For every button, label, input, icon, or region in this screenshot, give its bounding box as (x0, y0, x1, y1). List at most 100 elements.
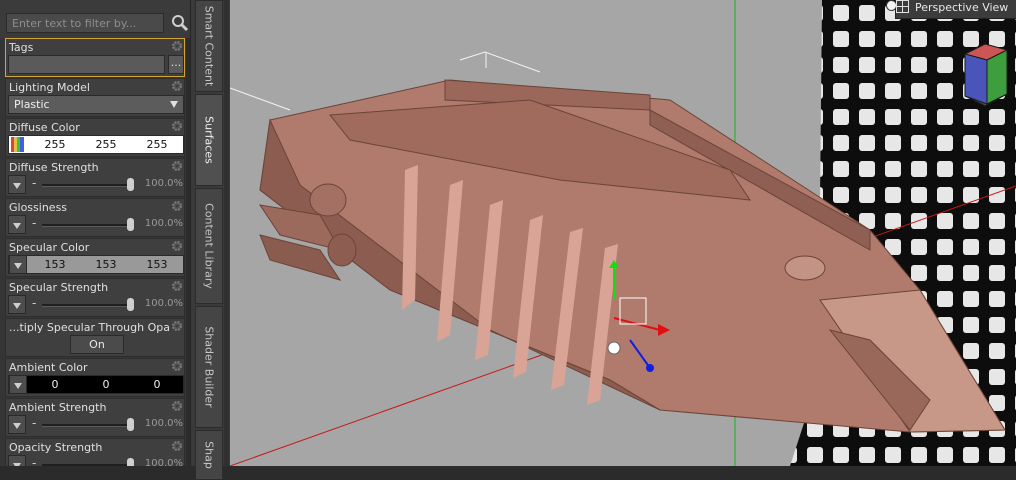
diffuse-color-field[interactable]: 255 255 255 (8, 135, 184, 154)
stepper-button[interactable] (9, 255, 27, 274)
tab-shape[interactable]: Shap (195, 430, 223, 480)
tab-label: Content Library (202, 203, 216, 289)
tags-input[interactable] (8, 55, 165, 74)
color-red-value[interactable]: 153 (35, 258, 75, 271)
property-diffuse-strength: Diffuse Strength - 100.0% (5, 158, 185, 197)
tab-content-library[interactable]: Content Library (195, 188, 223, 304)
tab-strip-scrollbar[interactable] (224, 0, 229, 466)
gear-icon[interactable] (171, 240, 183, 252)
color-green-value[interactable]: 255 (86, 138, 126, 151)
property-label: Lighting Model (9, 81, 90, 94)
slider-value[interactable]: 100.0% (145, 218, 183, 229)
property-label: Diffuse Strength (9, 161, 99, 174)
ambient-color-field[interactable]: 0 0 0 (8, 375, 184, 394)
view-cube-icon[interactable] (963, 43, 1009, 107)
property-lighting-model: Lighting Model Plastic (5, 78, 185, 117)
filter-input[interactable] (6, 13, 164, 33)
stepper-button[interactable] (8, 295, 26, 314)
3d-viewport[interactable]: Perspective View (230, 0, 1016, 466)
lighting-model-dropdown[interactable]: Plastic (8, 95, 184, 114)
stepper-arrow-icon (13, 223, 21, 229)
stepper-button[interactable] (8, 455, 26, 466)
color-blue-value[interactable]: 255 (137, 138, 177, 151)
gear-icon[interactable] (171, 360, 183, 372)
search-icon[interactable] (171, 14, 189, 32)
color-swatch-icon[interactable] (11, 137, 24, 152)
tab-surfaces[interactable]: Surfaces (195, 94, 223, 186)
opacity-strength-slider[interactable]: - 100.0% (8, 455, 184, 466)
color-blue-value[interactable]: 153 (137, 258, 177, 271)
property-multiply-specular-through-opacity: ...tiply Specular Through Opacity On (5, 318, 185, 357)
gear-icon[interactable] (171, 440, 183, 452)
gear-icon[interactable] (171, 200, 183, 212)
property-label: ...tiply Specular Through Opacity (9, 321, 169, 334)
gear-icon[interactable] (171, 120, 183, 132)
stepper-button[interactable] (8, 415, 26, 434)
property-ambient-color: Ambient Color 0 0 0 (5, 358, 185, 397)
dropdown-value: Plastic (14, 98, 50, 111)
property-specular-strength: Specular Strength - 100.0% (5, 278, 185, 317)
specular-color-field[interactable]: 153 153 153 (8, 255, 184, 274)
gear-icon[interactable] (171, 160, 183, 172)
glossiness-slider[interactable]: - 100.0% (8, 215, 184, 234)
property-specular-color: Specular Color 153 153 153 (5, 238, 185, 277)
stepper-arrow-icon (14, 263, 22, 269)
slider-handle[interactable] (127, 178, 134, 191)
slider-value[interactable]: 100.0% (145, 298, 183, 309)
tab-label: Surfaces (202, 116, 216, 164)
color-blue-value[interactable]: 0 (137, 378, 177, 391)
color-green-value[interactable]: 153 (86, 258, 126, 271)
property-label: Glossiness (9, 201, 68, 214)
slider-value[interactable]: 100.0% (145, 418, 183, 429)
slider-track[interactable] (42, 224, 130, 227)
view-selector[interactable]: Perspective View (886, 0, 1016, 19)
tab-shader-builder[interactable]: Shader Builder (195, 306, 223, 428)
tags-browse-button[interactable]: ... (168, 55, 184, 74)
stepper-arrow-icon (13, 303, 21, 309)
color-green-value[interactable]: 0 (86, 378, 126, 391)
property-label: Diffuse Color (9, 121, 80, 134)
property-opacity-strength: Opacity Strength - 100.0% (5, 438, 185, 466)
diffuse-strength-slider[interactable]: - 100.0% (8, 175, 184, 194)
minus-icon: - (32, 216, 37, 230)
property-tags[interactable]: Tags ... (5, 38, 185, 77)
minus-icon: - (32, 296, 37, 310)
minus-icon: - (32, 416, 37, 430)
gear-icon[interactable] (171, 400, 183, 412)
tab-label: Smart Content (202, 5, 216, 87)
multiply-specular-toggle[interactable]: On (70, 335, 124, 354)
color-red-value[interactable]: 255 (35, 138, 75, 151)
slider-track[interactable] (42, 304, 130, 307)
viewport-scene[interactable] (230, 0, 1016, 466)
surfaces-pane: Tags ... Lighting Model Plastic Diffuse … (0, 0, 190, 466)
slider-handle[interactable] (127, 218, 134, 231)
slider-track[interactable] (42, 184, 130, 187)
stepper-button[interactable] (8, 215, 26, 234)
tab-label: Shader Builder (202, 326, 216, 408)
property-diffuse-color: Diffuse Color 255 255 255 (5, 118, 185, 157)
stepper-button[interactable] (8, 175, 26, 194)
gear-icon[interactable] (171, 40, 183, 52)
gear-icon[interactable] (171, 80, 183, 92)
slider-value[interactable]: 100.0% (145, 458, 183, 466)
property-label: Specular Color (9, 241, 90, 254)
view-layout-icon (896, 0, 909, 13)
gear-icon[interactable] (171, 280, 183, 292)
side-tab-strip: Smart Content Surfaces Content Library S… (190, 0, 230, 480)
minus-icon: - (32, 176, 37, 190)
slider-handle[interactable] (127, 418, 134, 431)
gear-icon[interactable] (171, 320, 183, 332)
tab-label: Shap (202, 441, 216, 469)
color-red-value[interactable]: 0 (35, 378, 75, 391)
ambient-strength-slider[interactable]: - 100.0% (8, 415, 184, 434)
slider-handle[interactable] (127, 458, 134, 466)
property-label: Ambient Strength (9, 401, 107, 414)
slider-track[interactable] (42, 424, 130, 427)
tab-smart-content[interactable]: Smart Content (195, 0, 223, 92)
specular-strength-slider[interactable]: - 100.0% (8, 295, 184, 314)
slider-value[interactable]: 100.0% (145, 178, 183, 189)
minus-icon: - (32, 456, 37, 466)
filter-bar (0, 0, 190, 38)
slider-handle[interactable] (127, 298, 134, 311)
stepper-button[interactable] (9, 375, 27, 394)
